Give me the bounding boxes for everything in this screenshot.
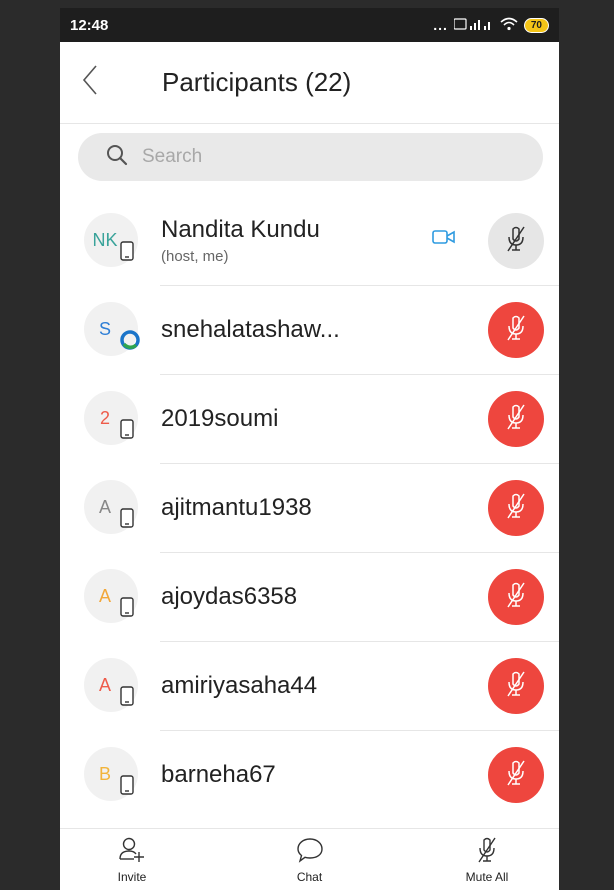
chevron-left-icon	[82, 65, 98, 100]
participant-role: (host, me)	[161, 248, 229, 265]
bottom-toolbar: Invite Chat Mute All	[60, 828, 559, 890]
phone-device-icon	[120, 508, 134, 533]
mic-off-icon	[505, 404, 527, 435]
avatar-initials: NK	[92, 229, 118, 250]
avatar-initials: A	[98, 674, 111, 695]
participant-row[interactable]: 2 2019soumi	[60, 374, 559, 463]
participant-info: amiriyasaha44	[161, 641, 317, 730]
wifi-icon	[500, 17, 518, 34]
mic-off-icon	[505, 582, 527, 613]
header: Participants (22)	[60, 42, 559, 124]
page-title: Participants (22)	[162, 67, 352, 97]
phone-device-icon	[120, 686, 134, 711]
participant-name: ajitmantu1938	[161, 493, 312, 521]
avatar: A	[84, 569, 138, 623]
participant-name: amiriyasaha44	[161, 671, 318, 699]
phone-device-icon	[120, 241, 134, 266]
search-input[interactable]	[142, 146, 492, 168]
participant-row[interactable]: Aamiriyasaha44	[60, 641, 559, 730]
avatar: B	[84, 747, 138, 801]
participant-row[interactable]: Aajitmantu1938	[60, 463, 559, 552]
participant-name: barneha67	[161, 760, 276, 788]
signal-icon	[453, 17, 494, 34]
participant-info: ajitmantu1938	[161, 463, 312, 552]
mic-off-icon	[505, 226, 527, 257]
avatar-initials: 2	[99, 407, 110, 428]
add-person-icon	[118, 837, 146, 868]
phone-screen: 12:48 ... 70 Participants (22) NK Nandita…	[60, 8, 559, 890]
notification-dots: ...	[433, 17, 448, 33]
participant-name: ajoydas6358	[161, 582, 298, 610]
mic-toggle-button[interactable]	[488, 391, 544, 447]
participant-name: snehalatashaw...	[161, 315, 340, 343]
mic-toggle-button[interactable]	[488, 658, 544, 714]
phone-device-icon	[120, 775, 134, 800]
status-bar: 12:48 ... 70	[60, 8, 559, 42]
mic-toggle-button[interactable]	[488, 747, 544, 803]
chat-label: Chat	[296, 870, 323, 884]
avatar: A	[84, 658, 138, 712]
zoom-client-icon	[120, 330, 140, 355]
participant-row[interactable]: NK Nandita Kundu (host, me)	[60, 196, 559, 285]
invite-button[interactable]: Invite	[92, 829, 172, 890]
mic-toggle-button[interactable]	[488, 302, 544, 358]
participant-row[interactable]: Bbarneha67	[60, 730, 559, 819]
participant-info: barneha67	[161, 730, 276, 819]
avatar: NK	[84, 213, 138, 267]
participant-name: Nandita Kundu	[161, 216, 320, 243]
mic-off-icon	[476, 837, 498, 868]
status-icons: ... 70	[433, 17, 549, 34]
mute-all-label: Mute All	[465, 870, 509, 884]
avatar-initials: S	[98, 318, 111, 339]
search-icon	[106, 144, 128, 171]
participant-row[interactable]: Aajoydas6358	[60, 552, 559, 641]
invite-label: Invite	[117, 870, 147, 884]
avatar-initials: B	[98, 763, 111, 784]
participant-info: snehalatashaw...	[161, 285, 340, 374]
mic-toggle-button[interactable]	[488, 213, 544, 269]
avatar-initials: A	[98, 496, 111, 517]
status-time: 12:48	[70, 16, 109, 34]
participant-info: 2019soumi	[161, 374, 278, 463]
avatar: 2	[84, 391, 138, 445]
avatar: S	[84, 302, 140, 356]
mic-off-icon	[505, 671, 527, 702]
phone-device-icon	[120, 597, 134, 622]
search-bar[interactable]	[78, 133, 543, 181]
avatar: A	[84, 480, 138, 534]
mic-toggle-button[interactable]	[488, 480, 544, 536]
phone-device-icon	[120, 419, 134, 444]
chat-button[interactable]: Chat	[270, 829, 350, 890]
participant-list: NK Nandita Kundu (host, me) Ssnehalatashaw.…	[60, 196, 559, 819]
video-camera-icon[interactable]	[432, 228, 456, 251]
mic-off-icon	[505, 315, 527, 346]
back-button[interactable]	[82, 53, 142, 113]
chat-bubble-icon	[296, 837, 324, 868]
mic-off-icon	[505, 493, 527, 524]
participant-name: 2019soumi	[161, 404, 279, 432]
avatar-initials: A	[98, 585, 111, 606]
participant-info: ajoydas6358	[161, 552, 297, 641]
mic-off-icon	[505, 760, 527, 791]
battery-icon: 70	[523, 17, 549, 33]
mute-all-button[interactable]: Mute All	[447, 829, 527, 890]
participant-info: Nandita Kundu (host, me)	[161, 196, 320, 285]
mic-toggle-button[interactable]	[488, 569, 544, 625]
participant-row[interactable]: Ssnehalatashaw...	[60, 285, 559, 374]
